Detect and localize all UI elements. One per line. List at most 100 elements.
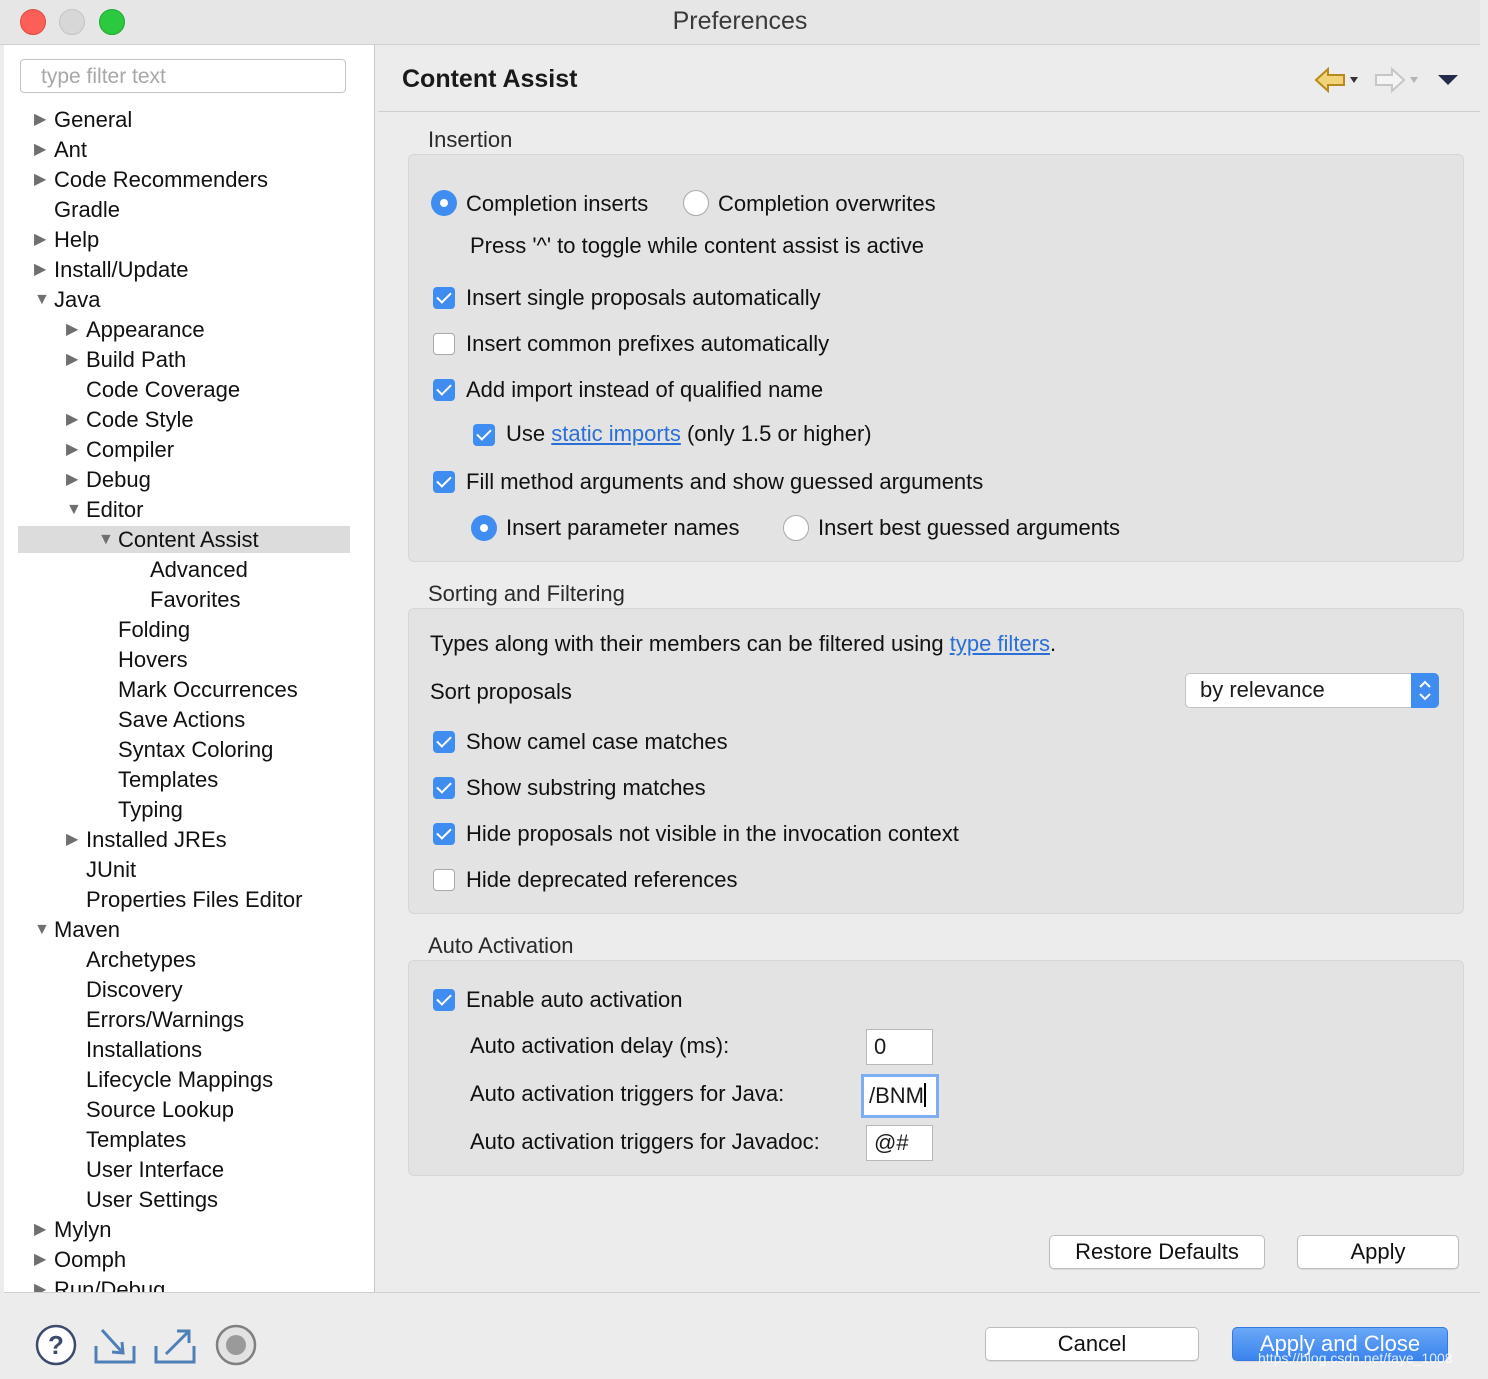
hide-deprecated-checkbox[interactable] <box>433 869 455 891</box>
view-menu-icon[interactable] <box>1436 63 1460 97</box>
window-title: Preferences <box>672 7 808 35</box>
filter-suffix-text: . <box>1050 631 1057 656</box>
sort-proposals-value: by relevance <box>1200 677 1325 702</box>
filter-prefix-text: Types along with their members can be fi… <box>430 631 944 656</box>
insert-single-label: Insert single proposals automatically <box>466 285 821 310</box>
tree-item-label: Ant <box>54 137 88 162</box>
collapsed-triangle-icon[interactable]: ▶ <box>34 105 50 135</box>
add-import-label: Add import instead of qualified name <box>466 377 824 402</box>
tree-item-label: Installed JREs <box>86 827 227 852</box>
back-arrow-icon[interactable] <box>1312 63 1362 97</box>
tree-item-label: Code Coverage <box>86 377 241 402</box>
tree-item-label: Installations <box>86 1037 203 1062</box>
tree-item-label: Java <box>54 287 101 312</box>
tree-item-label: Content Assist <box>118 527 259 552</box>
export-icon[interactable] <box>152 1324 198 1366</box>
tree-item-label: Oomph <box>54 1247 127 1272</box>
page-header: Content Assist <box>378 45 1480 112</box>
tree-item-label: Maven <box>54 917 121 942</box>
collapsed-triangle-icon[interactable]: ▶ <box>66 435 82 465</box>
completion-overwrites-label: Completion overwrites <box>718 191 936 216</box>
insert-common-checkbox[interactable] <box>433 333 455 355</box>
static-imports-link[interactable]: static imports <box>551 421 681 446</box>
tree-item-label: User Settings <box>86 1187 219 1212</box>
substring-label: Show substring matches <box>466 775 706 800</box>
camel-case-label: Show camel case matches <box>466 729 728 754</box>
enable-auto-activation-checkbox[interactable] <box>433 989 455 1011</box>
tree-item-label: Save Actions <box>118 707 246 732</box>
javadoc-triggers-label: Auto activation triggers for Javadoc: <box>470 1129 820 1154</box>
delay-input[interactable]: 0 <box>866 1029 933 1065</box>
use-static-imports-checkbox[interactable] <box>473 424 495 446</box>
sort-proposals-select[interactable]: by relevance <box>1185 673 1439 708</box>
tree-item-label: User Interface <box>86 1157 225 1182</box>
expanded-triangle-icon[interactable]: ▼ <box>34 915 50 945</box>
type-filters-link[interactable]: type filters <box>950 631 1050 656</box>
insertion-group-title: Insertion <box>428 127 513 152</box>
auto-activation-group-title: Auto Activation <box>428 933 574 958</box>
completion-inserts-label: Completion inserts <box>466 191 649 216</box>
collapsed-triangle-icon[interactable]: ▶ <box>34 165 50 195</box>
delay-label: Auto activation delay (ms): <box>470 1033 730 1058</box>
collapsed-triangle-icon[interactable]: ▶ <box>66 465 82 495</box>
tree-item-label: Appearance <box>86 317 205 342</box>
expanded-triangle-icon[interactable]: ▼ <box>34 285 50 315</box>
expanded-triangle-icon[interactable]: ▼ <box>66 495 82 525</box>
java-triggers-label: Auto activation triggers for Java: <box>470 1081 785 1106</box>
collapsed-triangle-icon[interactable]: ▶ <box>34 1215 50 1245</box>
sorting-group-title: Sorting and Filtering <box>428 581 625 606</box>
completion-inserts-radio[interactable] <box>431 190 457 216</box>
select-stepper-icon <box>1411 673 1439 708</box>
tree-item-label: Discovery <box>86 977 183 1002</box>
java-triggers-input[interactable]: /BNM <box>861 1074 939 1118</box>
collapsed-triangle-icon[interactable]: ▶ <box>34 1245 50 1275</box>
tree-item-label: Advanced <box>150 557 248 582</box>
help-icon[interactable]: ? <box>35 1324 77 1366</box>
tree-item-label: Mark Occurrences <box>118 677 298 702</box>
tree-item-label: Typing <box>118 797 183 822</box>
javadoc-triggers-input[interactable]: @# <box>866 1125 933 1161</box>
collapsed-triangle-icon[interactable]: ▶ <box>66 405 82 435</box>
fill-method-checkbox[interactable] <box>433 471 455 493</box>
hide-not-visible-checkbox[interactable] <box>433 823 455 845</box>
filter-input[interactable]: type filter text <box>20 59 346 93</box>
camel-case-checkbox[interactable] <box>433 731 455 753</box>
insert-parameter-names-radio[interactable] <box>471 515 497 541</box>
use-prefix-text: Use <box>506 421 546 446</box>
expanded-triangle-icon[interactable]: ▼ <box>98 525 114 555</box>
watermark-text: https://blog.csdn.net/faye_1008 <box>1258 1350 1453 1366</box>
tree-item-label: Run/Debug <box>54 1277 166 1292</box>
add-import-checkbox[interactable] <box>433 379 455 401</box>
collapsed-triangle-icon[interactable]: ▶ <box>34 225 50 255</box>
record-icon[interactable] <box>215 1324 259 1366</box>
tree-item-label: Archetypes <box>86 947 197 972</box>
collapsed-triangle-icon[interactable]: ▶ <box>66 315 82 345</box>
tree-item-label: Help <box>54 227 100 252</box>
fill-method-label: Fill method arguments and show guessed a… <box>466 469 984 494</box>
restore-defaults-button[interactable]: Restore Defaults <box>1049 1235 1265 1269</box>
enable-auto-activation-label: Enable auto activation <box>466 987 683 1012</box>
collapsed-triangle-icon[interactable]: ▶ <box>34 135 50 165</box>
cancel-button[interactable]: Cancel <box>985 1327 1199 1361</box>
tree-item-label: Gradle <box>54 197 121 222</box>
tree-item-label: Lifecycle Mappings <box>86 1067 274 1092</box>
tree-item-label: Debug <box>86 467 151 492</box>
import-icon[interactable] <box>92 1324 138 1366</box>
completion-overwrites-radio[interactable] <box>683 190 709 216</box>
collapsed-triangle-icon[interactable]: ▶ <box>66 345 82 375</box>
svg-text:?: ? <box>48 1330 64 1360</box>
insert-best-guessed-radio[interactable] <box>783 515 809 541</box>
apply-button[interactable]: Apply <box>1297 1235 1459 1269</box>
tree-item-label: Code Recommenders <box>54 167 268 192</box>
substring-checkbox[interactable] <box>433 777 455 799</box>
collapsed-triangle-icon[interactable]: ▶ <box>66 825 82 855</box>
hide-deprecated-label: Hide deprecated references <box>466 867 738 892</box>
insert-common-label: Insert common prefixes automatically <box>466 331 830 356</box>
tree-item-label: Syntax Coloring <box>118 737 274 762</box>
collapsed-triangle-icon[interactable]: ▶ <box>34 1275 50 1292</box>
tree-item-label: Hovers <box>118 647 188 672</box>
tree-item-label: Errors/Warnings <box>86 1007 245 1032</box>
tree-item-label: Templates <box>86 1127 187 1152</box>
insert-single-checkbox[interactable] <box>433 287 455 309</box>
collapsed-triangle-icon[interactable]: ▶ <box>34 255 50 285</box>
